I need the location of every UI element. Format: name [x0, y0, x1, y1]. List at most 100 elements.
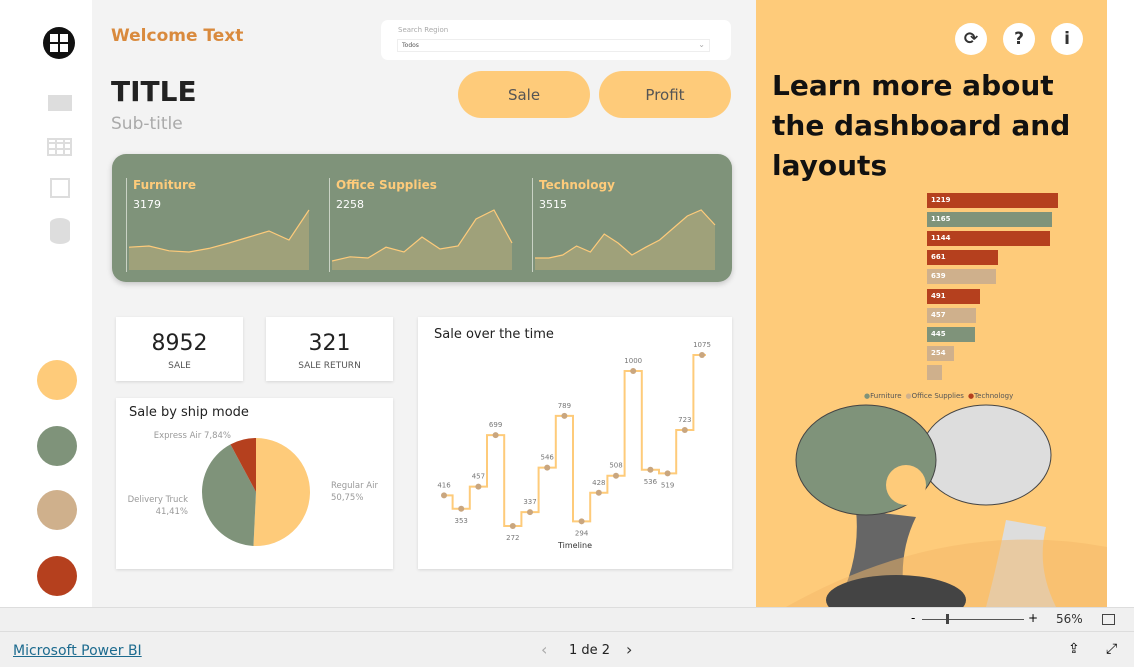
welcome-text: Welcome Text — [111, 26, 244, 46]
data-label: 337 — [523, 498, 536, 506]
avatar[interactable] — [37, 360, 77, 400]
data-label: 353 — [455, 517, 468, 525]
bar[interactable]: 445 — [927, 326, 975, 342]
data-label: 428 — [592, 479, 605, 487]
legend-item[interactable]: ●Furniture — [864, 392, 902, 400]
prev-page-icon[interactable]: ‹ — [541, 640, 547, 659]
data-point — [613, 472, 619, 479]
step-line — [444, 354, 706, 527]
bar[interactable]: 661 — [927, 250, 999, 266]
bar[interactable]: 1144 — [927, 231, 1050, 247]
data-point — [664, 470, 671, 477]
bar[interactable]: 639 — [927, 269, 996, 285]
fullscreen-icon[interactable]: ⤢ — [1106, 641, 1117, 657]
table-icon[interactable] — [47, 138, 72, 156]
data-point — [561, 412, 568, 419]
legend-item[interactable]: ●Office Supplies — [906, 392, 964, 400]
bar[interactable]: 254 — [927, 345, 955, 361]
page-indicator: 1 de 2 — [569, 643, 611, 658]
search-region-slicer: Search Region Todos ⌄ — [381, 20, 731, 60]
bar[interactable]: 1165 — [927, 212, 1053, 228]
data-label: 1075 — [693, 341, 711, 349]
pie-label: Delivery Truck — [128, 495, 188, 505]
canvas-margin — [1107, 0, 1134, 607]
zoom-slider[interactable] — [922, 614, 1024, 624]
comment-icon[interactable] — [48, 95, 72, 111]
refresh-icon[interactable]: ⟳ — [955, 23, 987, 55]
step-line-chart: 416 353 457 699 272 337 546 789 294 428 508 1000 536… — [437, 341, 711, 542]
pie-label: Express Air 7,84% — [154, 431, 231, 441]
search-region-dropdown[interactable]: Todos ⌄ — [397, 39, 710, 52]
kpi-sale: 8952 SALE — [116, 317, 243, 381]
data-point — [681, 426, 688, 433]
data-label: 546 — [541, 454, 555, 462]
data-point — [509, 523, 516, 529]
kpi-value: 8952 — [151, 331, 208, 356]
data-label: 519 — [661, 481, 674, 489]
footer: Microsoft Power BI ‹ 1 de 2 › ⇪ ⤢ — [0, 631, 1134, 667]
kpi-label: SALE — [168, 361, 191, 371]
data-point — [595, 489, 602, 496]
data-point — [492, 432, 499, 439]
bar[interactable]: 1219 — [927, 193, 1059, 208]
info-heading: Learn more about the dashboard and layou… — [772, 69, 1071, 182]
data-point — [578, 518, 585, 525]
category-tile[interactable]: Technology 3515 — [532, 178, 722, 272]
data-point — [475, 483, 482, 490]
sparkline-area — [129, 210, 309, 270]
data-label: 699 — [489, 421, 502, 429]
data-point — [458, 505, 465, 512]
next-page-icon[interactable]: › — [626, 640, 632, 659]
kpi-sale-return: 321 SALE RETURN — [266, 317, 393, 381]
chevron-down-icon: ⌄ — [698, 40, 705, 49]
kpi-label: SALE RETURN — [298, 361, 361, 371]
kpi-value: 321 — [308, 331, 351, 356]
bar-legend: ●Furniture ●Office Supplies ●Technology — [864, 392, 1013, 400]
sale-button[interactable]: Sale — [458, 71, 590, 118]
bar[interactable]: 491 — [927, 288, 980, 304]
data-point — [699, 352, 705, 358]
bar[interactable]: 457 — [927, 307, 977, 323]
data-label: 294 — [575, 529, 589, 537]
avatar[interactable] — [37, 426, 77, 466]
category-tile[interactable]: Office Supplies 2258 — [329, 178, 519, 272]
data-label: 457 — [472, 473, 485, 481]
page-subtitle: Sub-title — [111, 114, 183, 134]
data-label: 536 — [644, 478, 658, 486]
tree-illustration — [786, 404, 1107, 607]
report-canvas: Welcome Text TITLE Sub-title Search Regi… — [92, 0, 756, 607]
info-icon[interactable]: i — [1051, 23, 1083, 55]
zoom-bar: - + 56% — [0, 607, 1134, 631]
profit-button[interactable]: Profit — [599, 71, 731, 118]
bar[interactable] — [927, 364, 943, 380]
pie-slice — [253, 438, 311, 546]
data-point — [544, 464, 551, 471]
category-tile[interactable]: Furniture 3179 — [126, 178, 316, 272]
data-label: 508 — [609, 462, 622, 470]
power-bi-link[interactable]: Microsoft Power BI — [13, 643, 142, 659]
data-label: 723 — [678, 416, 691, 424]
data-label: 272 — [506, 534, 519, 542]
sparkline-area — [535, 210, 715, 270]
data-point — [527, 509, 533, 516]
line-chart-card: Sale over the time 416 353 457 699 272 337 546… — [418, 317, 732, 569]
zoom-out-button[interactable]: - — [911, 611, 915, 625]
legend-item[interactable]: ●Technology — [968, 392, 1013, 400]
fit-page-icon[interactable] — [1102, 614, 1115, 625]
share-icon[interactable]: ⇪ — [1068, 641, 1080, 657]
help-icon[interactable]: ? — [1003, 23, 1035, 55]
dropdown-value: Todos — [402, 42, 419, 49]
avatar[interactable] — [37, 490, 77, 530]
data-label: 416 — [437, 481, 451, 489]
pie-chart: Regular Air 50,75% Delivery Truck 41,41% Exp… — [128, 431, 378, 546]
pie-pct: 50,75% — [331, 493, 363, 503]
pie-pct: 41,41% — [156, 507, 188, 517]
calculator-icon[interactable] — [50, 178, 70, 198]
sparkline-area — [332, 210, 512, 270]
database-icon[interactable] — [50, 218, 70, 244]
app-logo-icon[interactable] — [43, 27, 75, 59]
sidebar — [0, 0, 92, 607]
avatar[interactable] — [37, 556, 77, 596]
data-point — [647, 466, 654, 473]
zoom-in-button[interactable]: + — [1028, 611, 1038, 625]
